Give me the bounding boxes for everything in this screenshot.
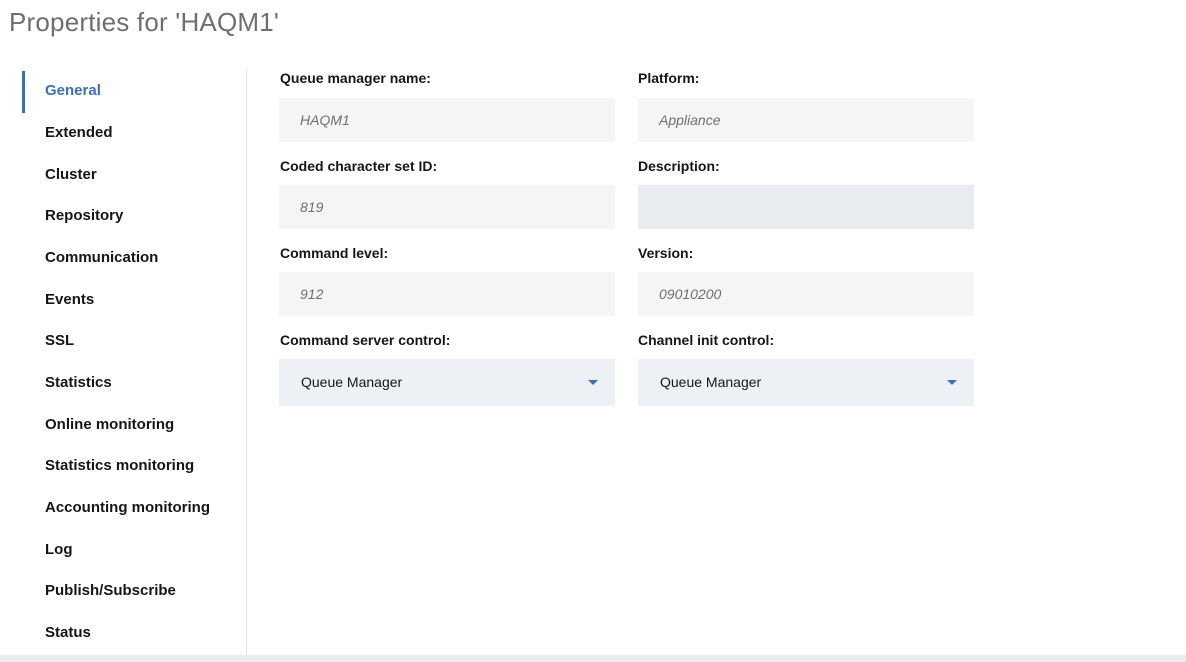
sidebar-item-online-monitoring[interactable]: Online monitoring [45,415,174,435]
sidebar-item-ssl[interactable]: SSL [45,331,74,351]
sidebar-item-cluster[interactable]: Cluster [45,165,97,185]
channel-init-control-select[interactable]: Queue Manager [638,359,974,406]
command-server-control-select[interactable]: Queue Manager [279,359,615,406]
sidebar: General Extended Cluster Repository Comm… [0,69,247,655]
sidebar-item-publish-subscribe[interactable]: Publish/Subscribe [45,581,176,601]
active-indicator [22,71,25,113]
channel-init-control-value: Queue Manager [660,374,762,390]
page-title: Properties for 'HAQM1' [9,7,280,37]
sidebar-item-repository[interactable]: Repository [45,206,123,226]
description-field[interactable] [638,185,974,229]
sidebar-item-accounting-monitoring[interactable]: Accounting monitoring [45,498,210,518]
sidebar-item-statistics[interactable]: Statistics [45,373,112,393]
channel-init-control-label: Channel init control: [638,332,775,348]
command-server-control-label: Command server control: [280,332,451,348]
platform-label: Platform: [638,70,700,86]
queue-manager-name-label: Queue manager name: [280,70,431,86]
sidebar-item-communication[interactable]: Communication [45,248,158,268]
command-level-label: Command level: [280,245,389,261]
queue-manager-name-field[interactable]: HAQM1 [279,98,615,142]
command-level-field[interactable]: 912 [279,272,615,316]
version-label: Version: [638,245,694,261]
sidebar-item-log[interactable]: Log [45,540,73,560]
sidebar-item-events[interactable]: Events [45,290,94,310]
sidebar-item-status[interactable]: Status [45,623,91,643]
sidebar-item-statistics-monitoring[interactable]: Statistics monitoring [45,456,194,476]
bottom-bar [0,655,1186,662]
sidebar-item-general[interactable]: General [45,81,101,101]
description-label: Description: [638,158,720,174]
caret-down-icon [588,380,598,385]
caret-down-icon [947,380,957,385]
sidebar-item-extended[interactable]: Extended [45,123,113,143]
command-server-control-value: Queue Manager [301,374,403,390]
platform-field[interactable]: Appliance [638,98,974,142]
ccsid-label: Coded character set ID: [280,158,438,174]
version-field[interactable]: 09010200 [638,272,974,316]
ccsid-field[interactable]: 819 [279,185,615,229]
